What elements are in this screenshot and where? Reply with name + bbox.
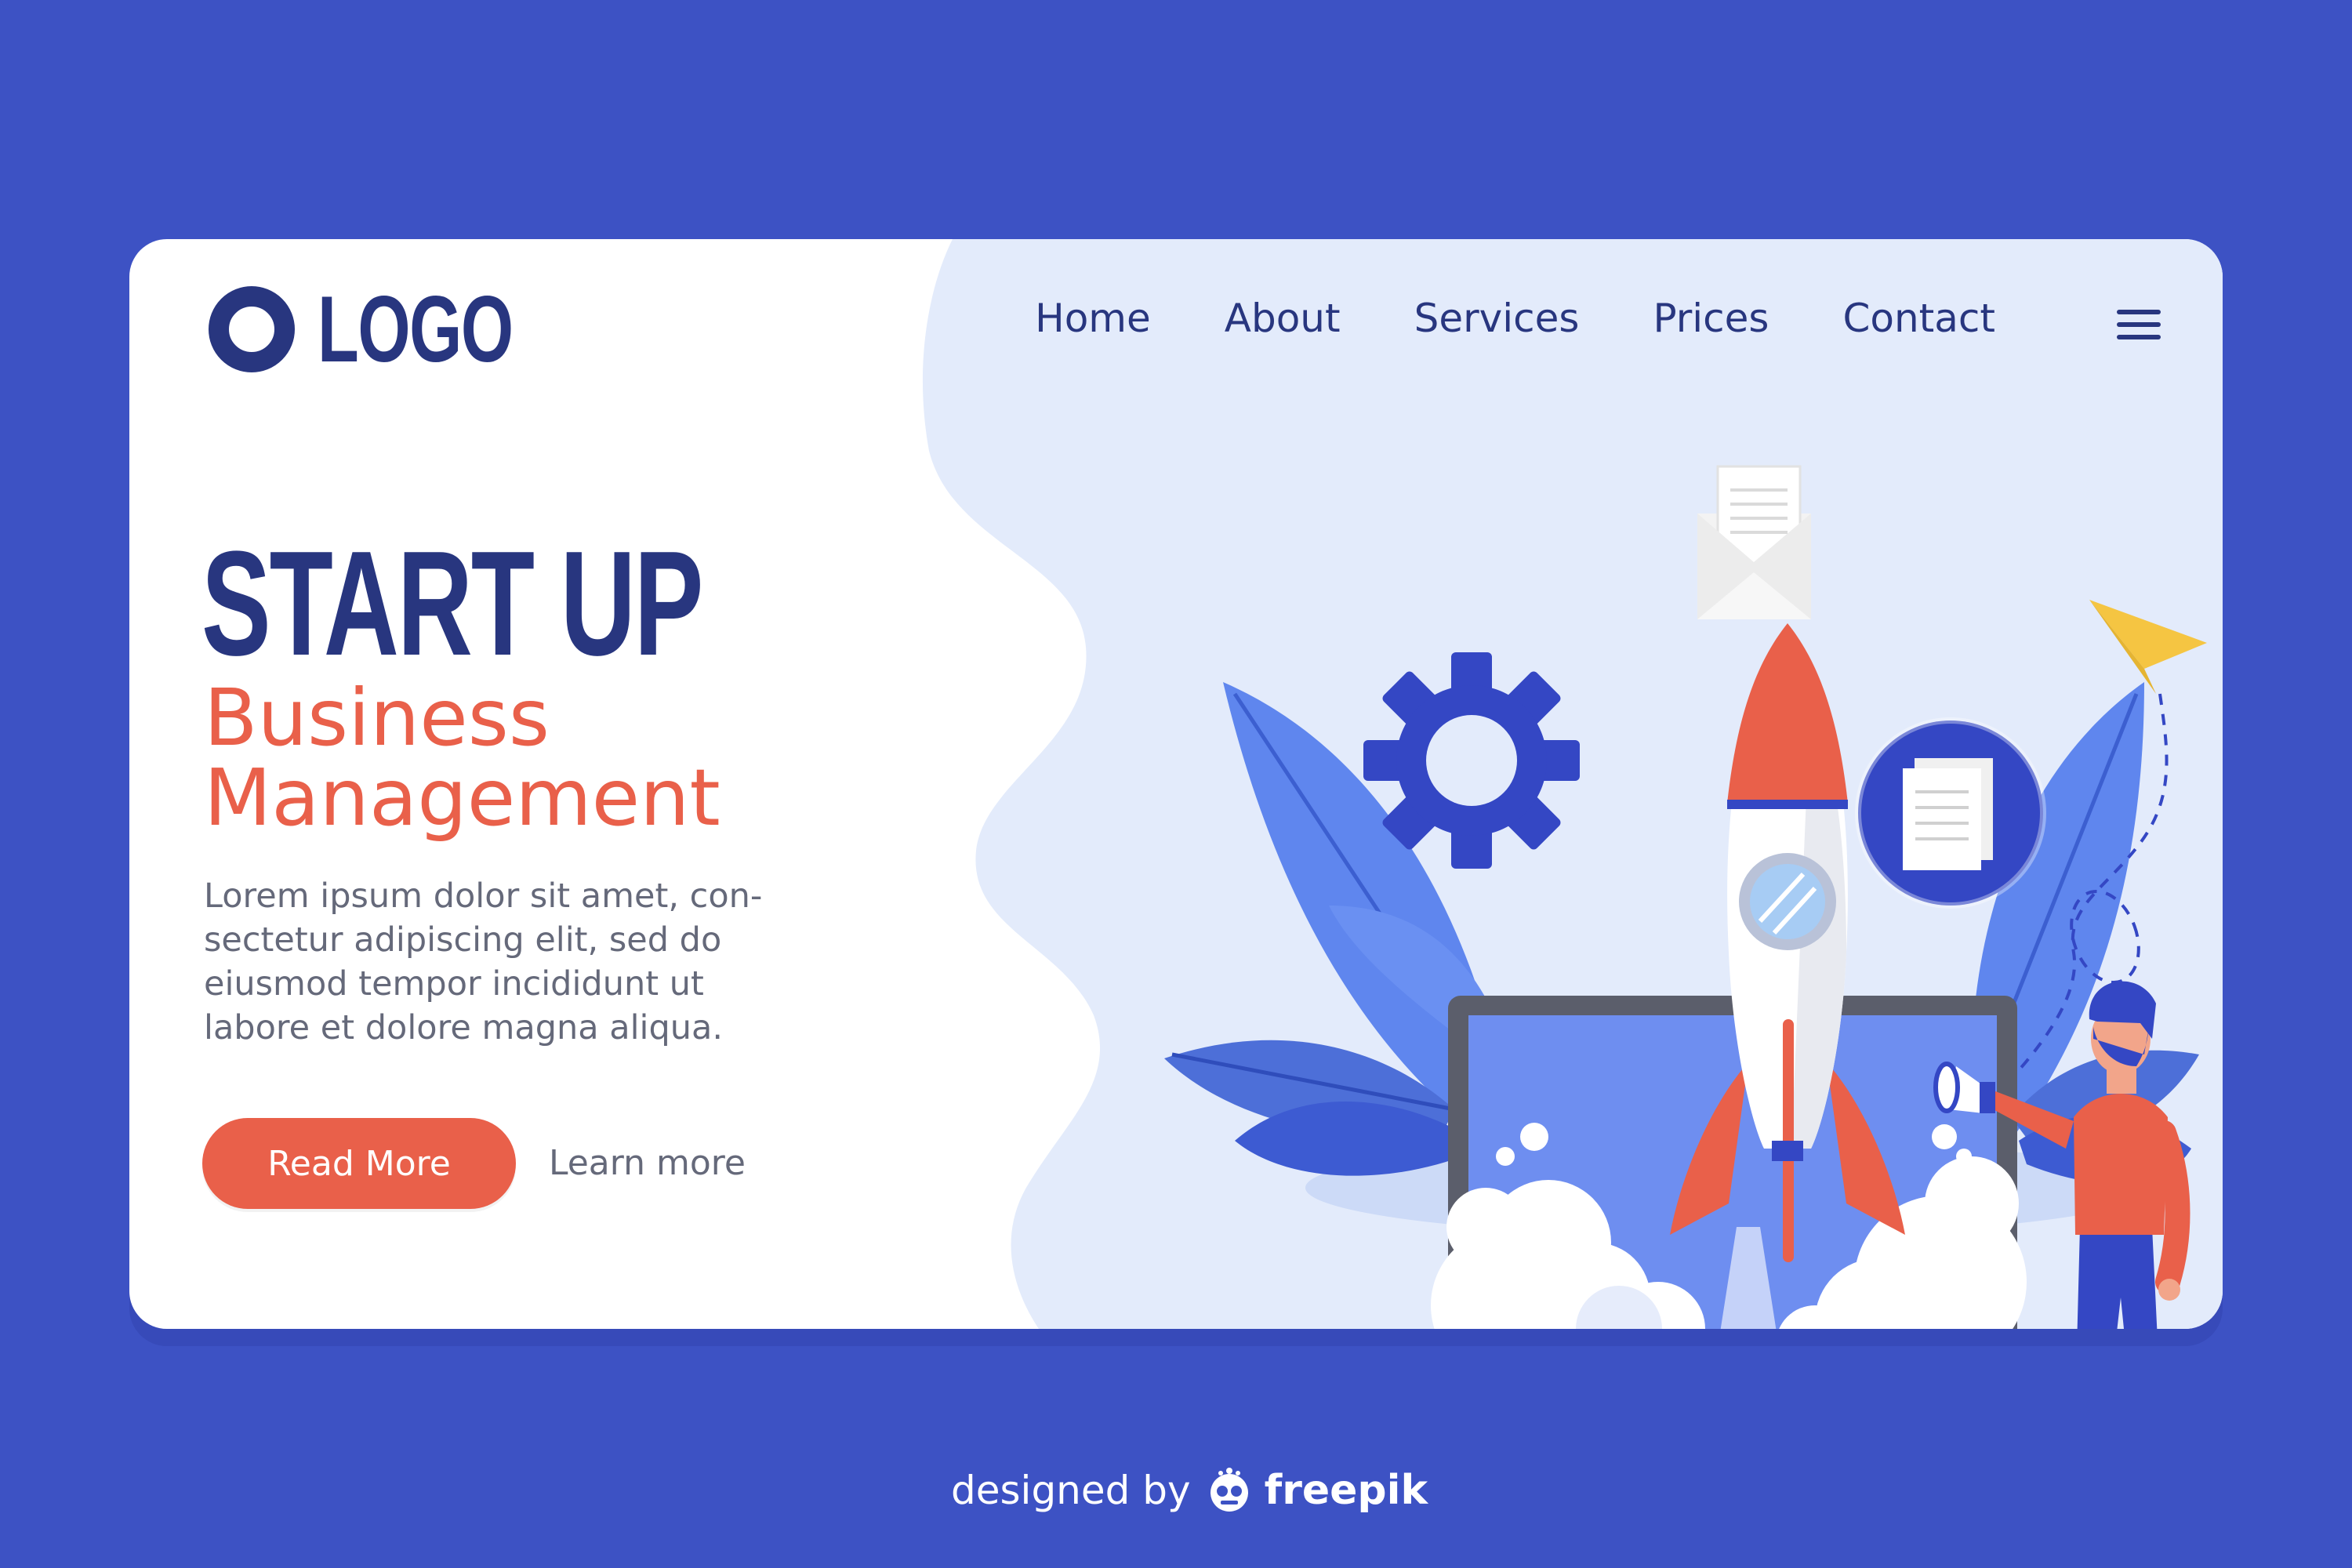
credit-text: designed by — [951, 1468, 1191, 1513]
main-nav: Home About Services Prices Contact — [1035, 296, 1995, 341]
hero-subtitle-line: Business — [204, 672, 550, 764]
description-line: sectetur adipiscing elit, sed do — [204, 920, 722, 960]
nav-contact[interactable]: Contact — [1842, 296, 1995, 341]
hero-description: Lorem ipsum dolor sit amet, con- sectetu… — [204, 874, 847, 1050]
logo[interactable]: LOGO — [208, 282, 588, 376]
learn-more-link[interactable]: Learn more — [549, 1143, 746, 1183]
description-line: labore et dolore magna aliqua. — [204, 1008, 724, 1047]
landing-card: LOGO Home About Services Prices Contact … — [129, 239, 2223, 1329]
hamburger-icon[interactable] — [2117, 310, 2161, 347]
credit-brand: freepik — [1264, 1467, 1428, 1514]
hero-title: START UP — [201, 521, 703, 687]
description-line: Lorem ipsum dolor sit amet, con- — [204, 877, 763, 916]
envelope-icon — [1697, 465, 1811, 619]
gear-icon — [1363, 652, 1580, 869]
document-icon — [1855, 717, 2046, 909]
hero-subtitle-line: Management — [204, 752, 720, 844]
nav-about[interactable]: About — [1225, 296, 1341, 341]
read-more-button[interactable]: Read More — [202, 1118, 516, 1209]
startup-illustration — [1164, 465, 2207, 1329]
description-line: eiusmod tempor incididunt ut — [204, 964, 704, 1004]
credit: designed by freepik — [951, 1466, 1428, 1515]
logo-ring-icon — [208, 285, 296, 373]
hero-subtitle: Business Management — [204, 678, 831, 838]
rocket-icon — [1670, 623, 1905, 1262]
nav-services[interactable]: Services — [1414, 296, 1580, 341]
nav-prices[interactable]: Prices — [1653, 296, 1769, 341]
freepik-logo-icon — [1210, 1468, 1248, 1512]
logo-text: LOGO — [318, 277, 514, 382]
nav-home[interactable]: Home — [1035, 296, 1151, 341]
